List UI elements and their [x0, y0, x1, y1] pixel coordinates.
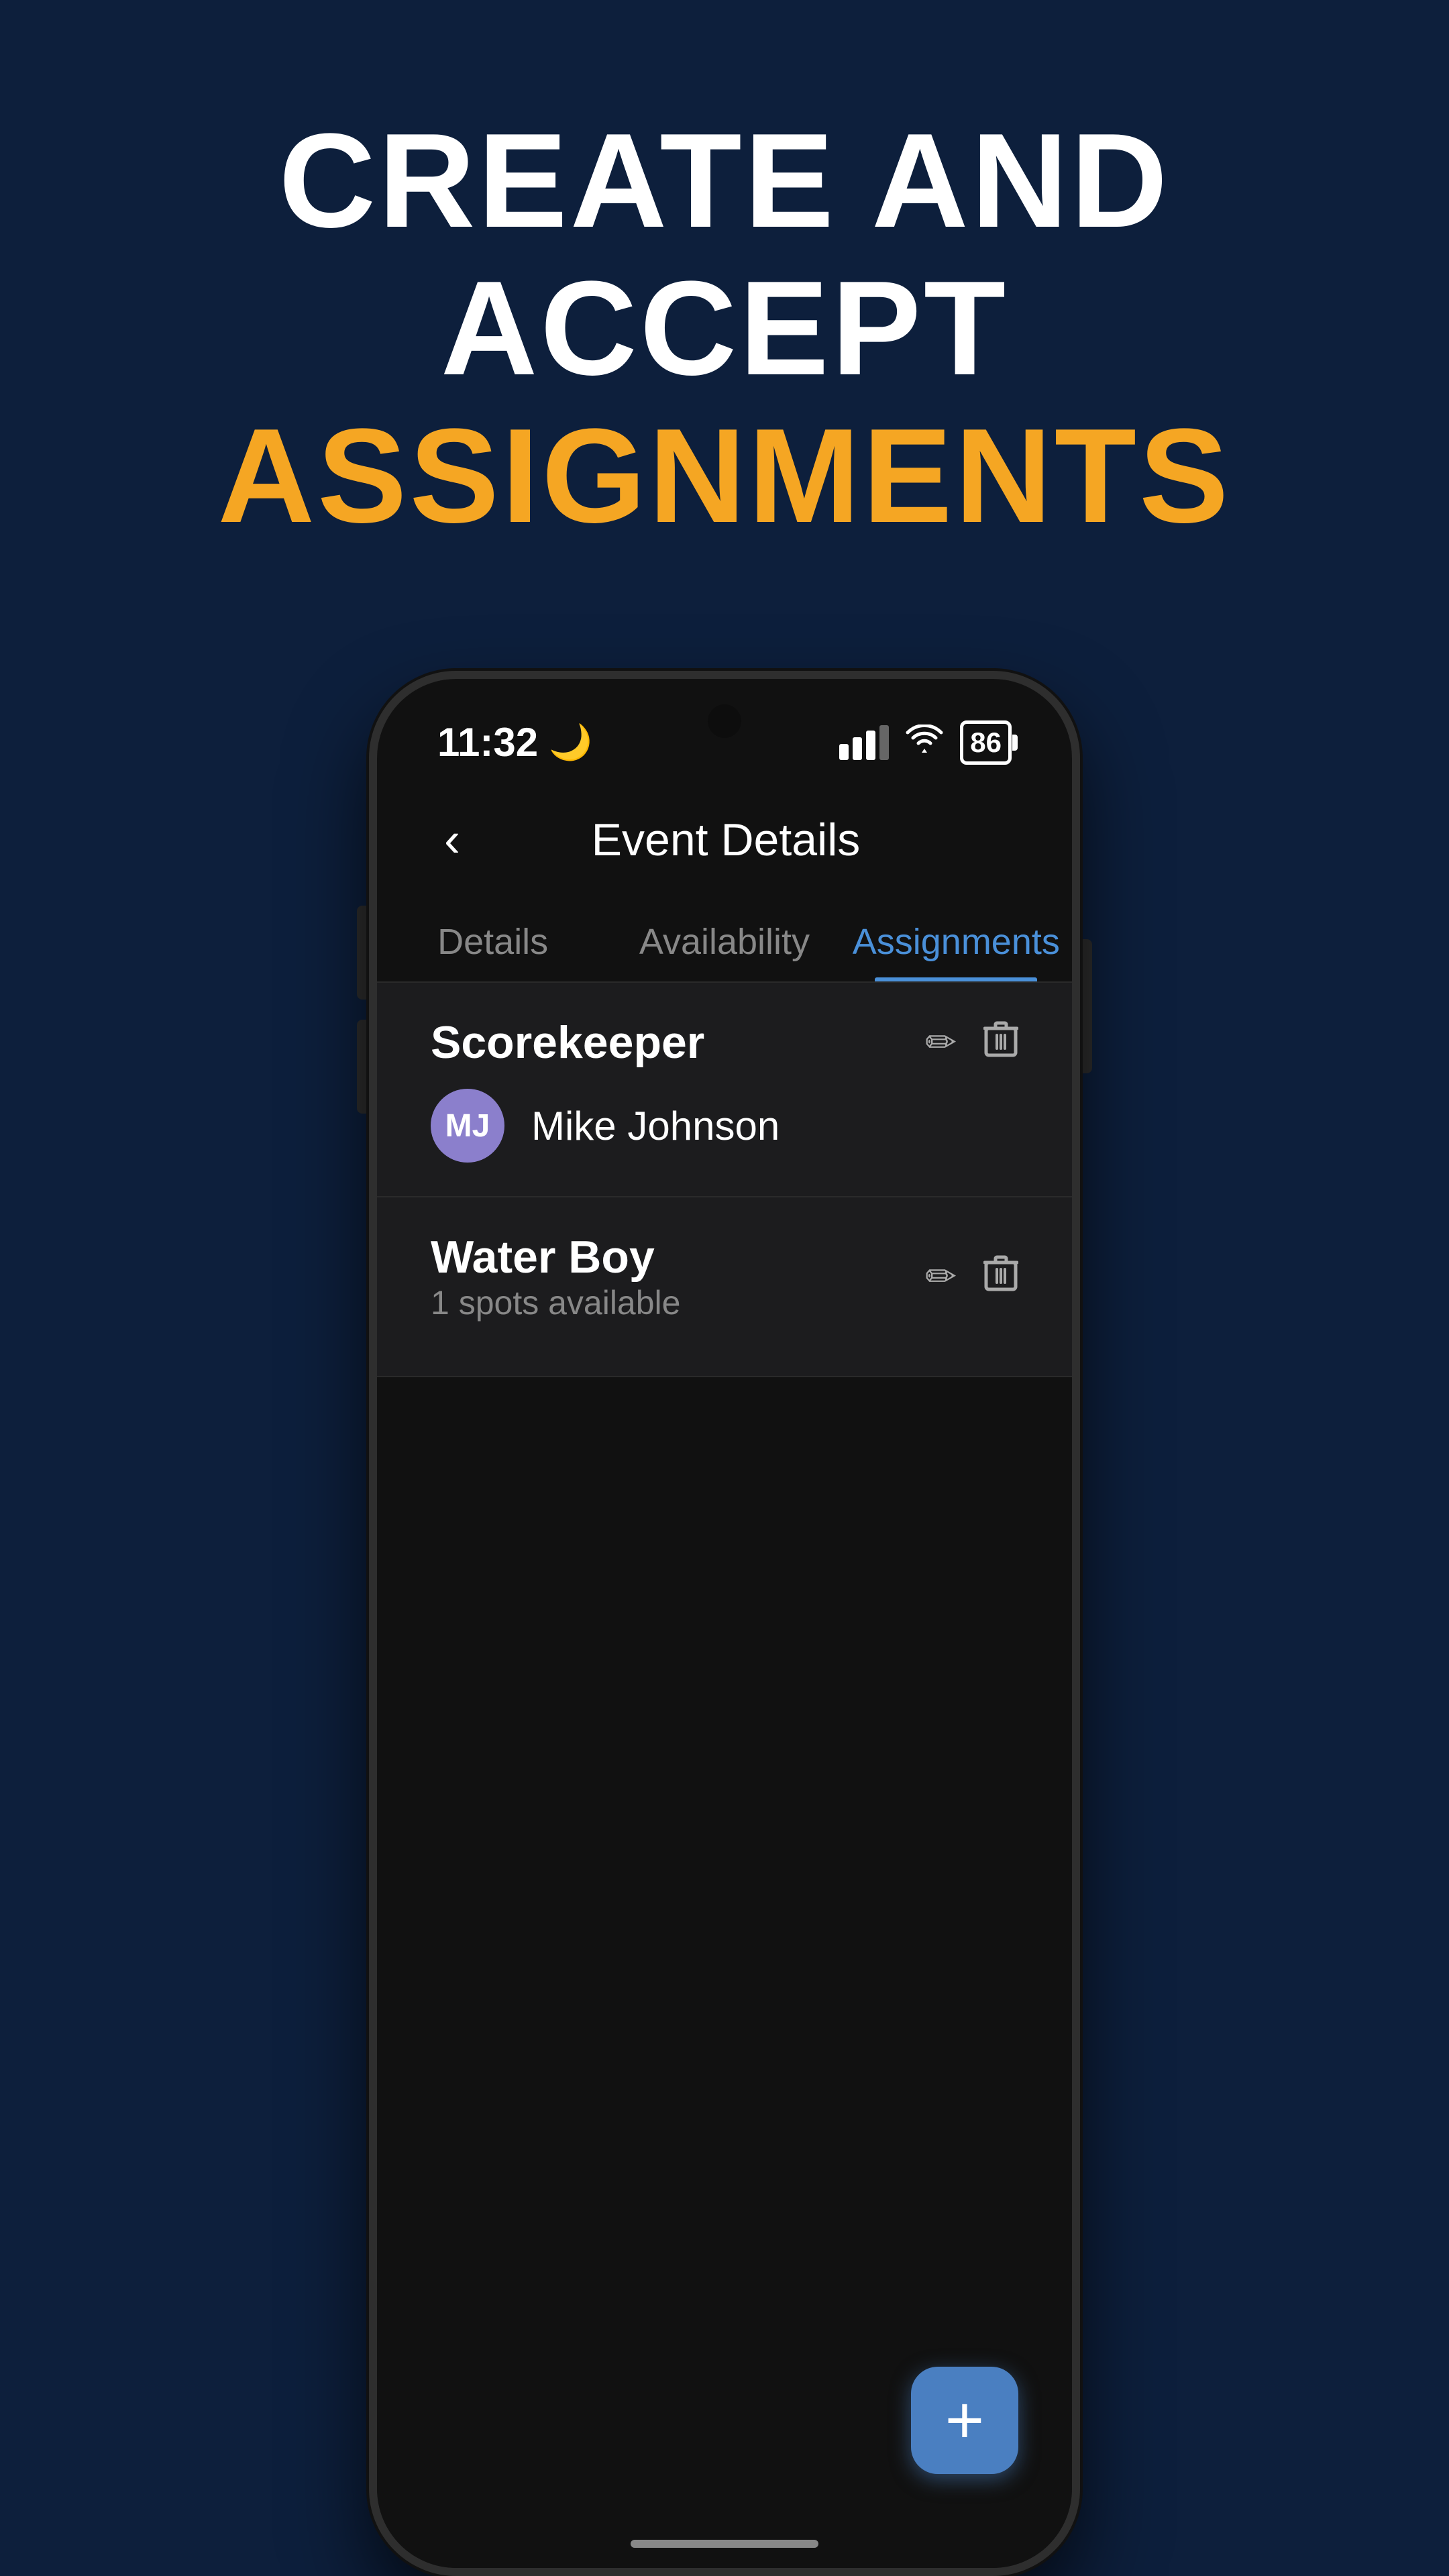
- phone-shell: 11:32 🌙: [369, 671, 1080, 2576]
- scorekeeper-actions: ✏: [925, 1019, 1018, 1067]
- waterboy-delete-icon[interactable]: [983, 1253, 1018, 1301]
- app-bar-title: Event Details: [474, 814, 978, 866]
- phone-screen: 11:32 🌙: [377, 679, 1072, 2568]
- time-display: 11:32: [437, 719, 538, 765]
- battery-level: 86: [970, 727, 1002, 759]
- power-button: [1081, 939, 1092, 1073]
- tab-availability[interactable]: Availability: [608, 901, 840, 981]
- scorekeeper-title: Scorekeeper: [431, 1016, 704, 1069]
- tab-bar: Details Availability Assignments: [377, 901, 1072, 983]
- tab-assignments[interactable]: Assignments: [841, 901, 1072, 981]
- hero-section: CREATE AND ACCEPT ASSIGNMENTS: [0, 107, 1449, 550]
- waterboy-edit-icon[interactable]: ✏: [925, 1254, 957, 1299]
- scorekeeper-delete-icon[interactable]: [983, 1019, 1018, 1067]
- status-time: 11:32 🌙: [437, 719, 592, 765]
- add-assignment-fab[interactable]: +: [911, 2367, 1018, 2474]
- scorekeeper-header: Scorekeeper ✏: [431, 1016, 1018, 1069]
- assignee-row: MJ Mike Johnson: [431, 1089, 1018, 1163]
- tab-details[interactable]: Details: [377, 901, 608, 981]
- scorekeeper-card: Scorekeeper ✏: [377, 983, 1072, 1197]
- camera-hole: [708, 704, 741, 738]
- volume-down-button: [357, 1020, 368, 1114]
- waterboy-title: Water Boy: [431, 1231, 680, 1283]
- status-icons: 86: [839, 720, 1012, 765]
- scorekeeper-edit-icon[interactable]: ✏: [925, 1020, 957, 1065]
- assignee-name: Mike Johnson: [531, 1103, 780, 1149]
- waterboy-spots: 1 spots available: [431, 1283, 680, 1322]
- signal-icon: [839, 725, 889, 760]
- waterboy-header: Water Boy 1 spots available ✏: [431, 1231, 1018, 1322]
- wifi-icon: [905, 722, 944, 763]
- volume-up-button: [357, 906, 368, 1000]
- app-bar: ‹ Event Details: [377, 779, 1072, 901]
- home-indicator: [631, 2540, 818, 2548]
- hero-line2: ASSIGNMENTS: [0, 402, 1449, 550]
- waterboy-actions: ✏: [925, 1253, 1018, 1301]
- phone-mockup: 11:32 🌙: [369, 671, 1080, 2576]
- assignments-content: Scorekeeper ✏: [377, 983, 1072, 2568]
- battery-icon: 86: [960, 720, 1012, 765]
- waterboy-card: Water Boy 1 spots available ✏: [377, 1197, 1072, 1377]
- assignee-avatar: MJ: [431, 1089, 504, 1163]
- back-button[interactable]: ‹: [431, 806, 474, 874]
- moon-icon: 🌙: [549, 722, 592, 763]
- hero-line1: CREATE AND ACCEPT: [0, 107, 1449, 402]
